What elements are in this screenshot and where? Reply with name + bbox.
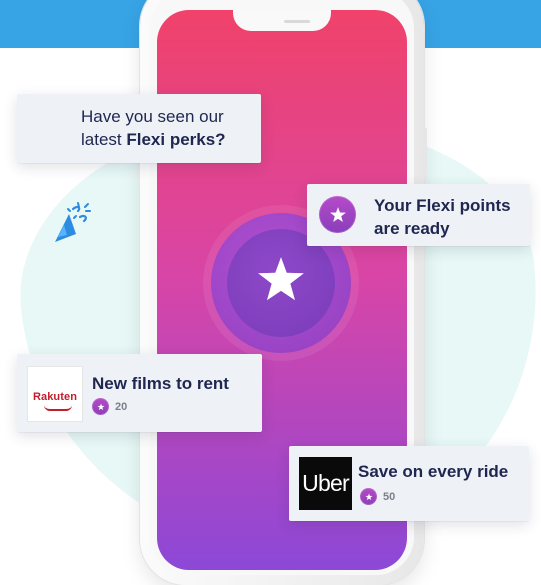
party-popper-icon [55,202,91,242]
ride-title: Save on every ride [358,462,509,481]
ride-points-value: 50 [383,490,396,503]
uber-logo-text: Uber [302,470,349,496]
points-ready-line-2: are ready [374,219,450,238]
perks-line-2: latest Flexi perks? [81,130,226,149]
perks-line-1: Have you seen our [81,107,224,126]
phone-side-button-right [424,128,427,180]
films-title: New films to rent [92,374,229,393]
ride-points-row: 50 [360,488,395,505]
star-icon [329,206,346,222]
rakuten-logo-underline [44,405,72,411]
films-points-row: 20 [92,398,127,415]
phone-speaker [284,20,310,23]
hero-star-icon [258,257,304,301]
perks-line-2-bold: Flexi perks? [126,130,226,149]
points-star-icon [360,488,377,505]
points-star-icon [92,398,109,415]
perks-notification-card[interactable]: Have you seen our latest Flexi perks? [17,94,261,242]
phone-notch [233,10,331,31]
rakuten-logo-icon: Rakuten [27,366,83,422]
ride-notification-card[interactable]: Uber Save on every ride 50 [289,446,529,521]
rakuten-logo-text: Rakuten [32,391,78,403]
films-points-value: 20 [115,400,128,413]
star-icon [364,492,373,500]
star-icon [96,402,105,410]
points-ready-line-1: Your Flexi points [374,196,511,215]
promo-stage: Have you seen our latest Flexi perks? Yo… [0,0,541,585]
points-ready-notification-card[interactable]: Your Flexi points are ready [307,184,530,246]
uber-logo-icon: Uber [299,457,352,510]
films-notification-card[interactable]: Rakuten New films to rent 20 [17,354,262,432]
star-badge-icon [319,196,356,233]
